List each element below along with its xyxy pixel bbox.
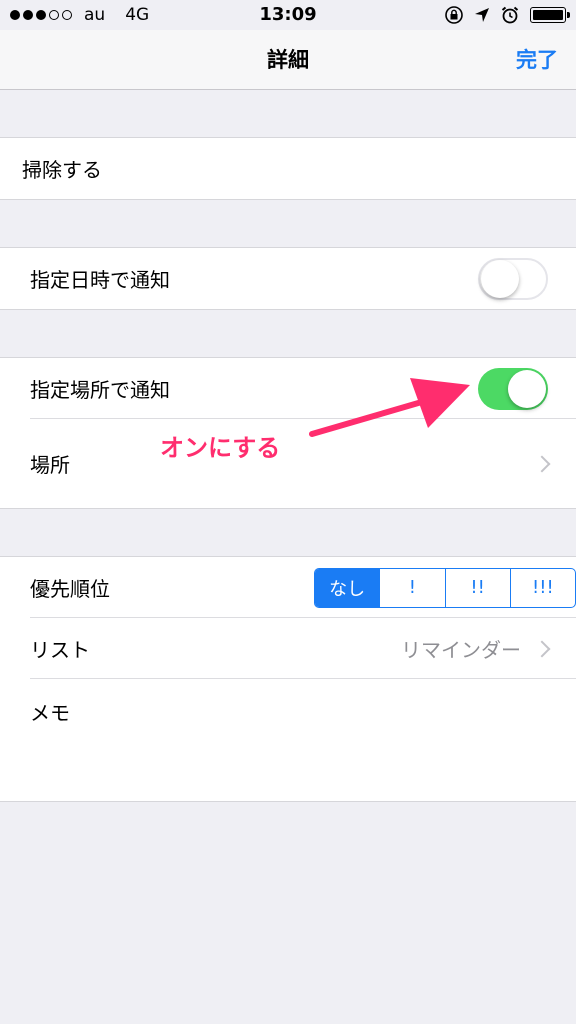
toggle-knob: [481, 259, 519, 298]
priority-segmented-control: なし ! !! !!!: [314, 567, 576, 608]
battery-icon: [530, 7, 570, 23]
time-notify-group: 指定日時で通知: [0, 247, 576, 310]
location-notify-group: 指定場所で通知 場所: [0, 357, 576, 509]
status-right: [444, 5, 570, 25]
toggle-knob: [508, 369, 546, 408]
memo-label[interactable]: メモ: [30, 697, 70, 726]
chevron-right-icon: [533, 640, 551, 657]
title-group: 掃除する: [0, 137, 576, 200]
task-title-row[interactable]: 掃除する: [0, 138, 576, 199]
alarm-icon: [501, 6, 519, 24]
notify-time-label: 指定日時で通知: [30, 268, 170, 292]
location-arrow-icon: [475, 8, 489, 22]
list-label: リスト: [30, 638, 90, 662]
priority-row: 優先順位 なし ! !! !!!: [0, 557, 576, 618]
priority-option-medium[interactable]: !!: [444, 568, 510, 607]
memo-row[interactable]: メモ: [0, 679, 576, 799]
location-row[interactable]: 場所: [0, 419, 576, 508]
priority-option-high[interactable]: !!!: [509, 568, 575, 607]
lock-rotation-icon: [445, 6, 463, 24]
details-group: 優先順位 なし ! !! !!! リスト リマインダー メモ: [0, 556, 576, 802]
status-bar: au 4G 13:09: [0, 0, 576, 30]
chevron-right-icon: [533, 455, 551, 472]
priority-option-none[interactable]: なし: [315, 568, 380, 607]
notify-location-toggle[interactable]: [478, 367, 548, 410]
notify-time-row: 指定日時で通知: [0, 248, 576, 309]
location-label: 場所: [30, 453, 70, 477]
done-button[interactable]: 完了: [516, 44, 558, 74]
notify-time-toggle[interactable]: [478, 257, 548, 300]
navigation-bar: 詳細 完了: [0, 30, 576, 90]
notify-location-label: 指定場所で通知: [30, 378, 170, 402]
list-value: リマインダー: [401, 638, 521, 662]
task-title-text[interactable]: 掃除する: [22, 154, 102, 183]
notify-location-row: 指定場所で通知: [0, 358, 576, 419]
priority-label: 優先順位: [30, 577, 110, 601]
list-row[interactable]: リスト リマインダー: [0, 618, 576, 679]
priority-option-low[interactable]: !: [379, 568, 444, 607]
page-title: 詳細: [267, 48, 309, 72]
battery-level: [533, 10, 563, 20]
annotation-label: オンにする: [160, 434, 281, 462]
